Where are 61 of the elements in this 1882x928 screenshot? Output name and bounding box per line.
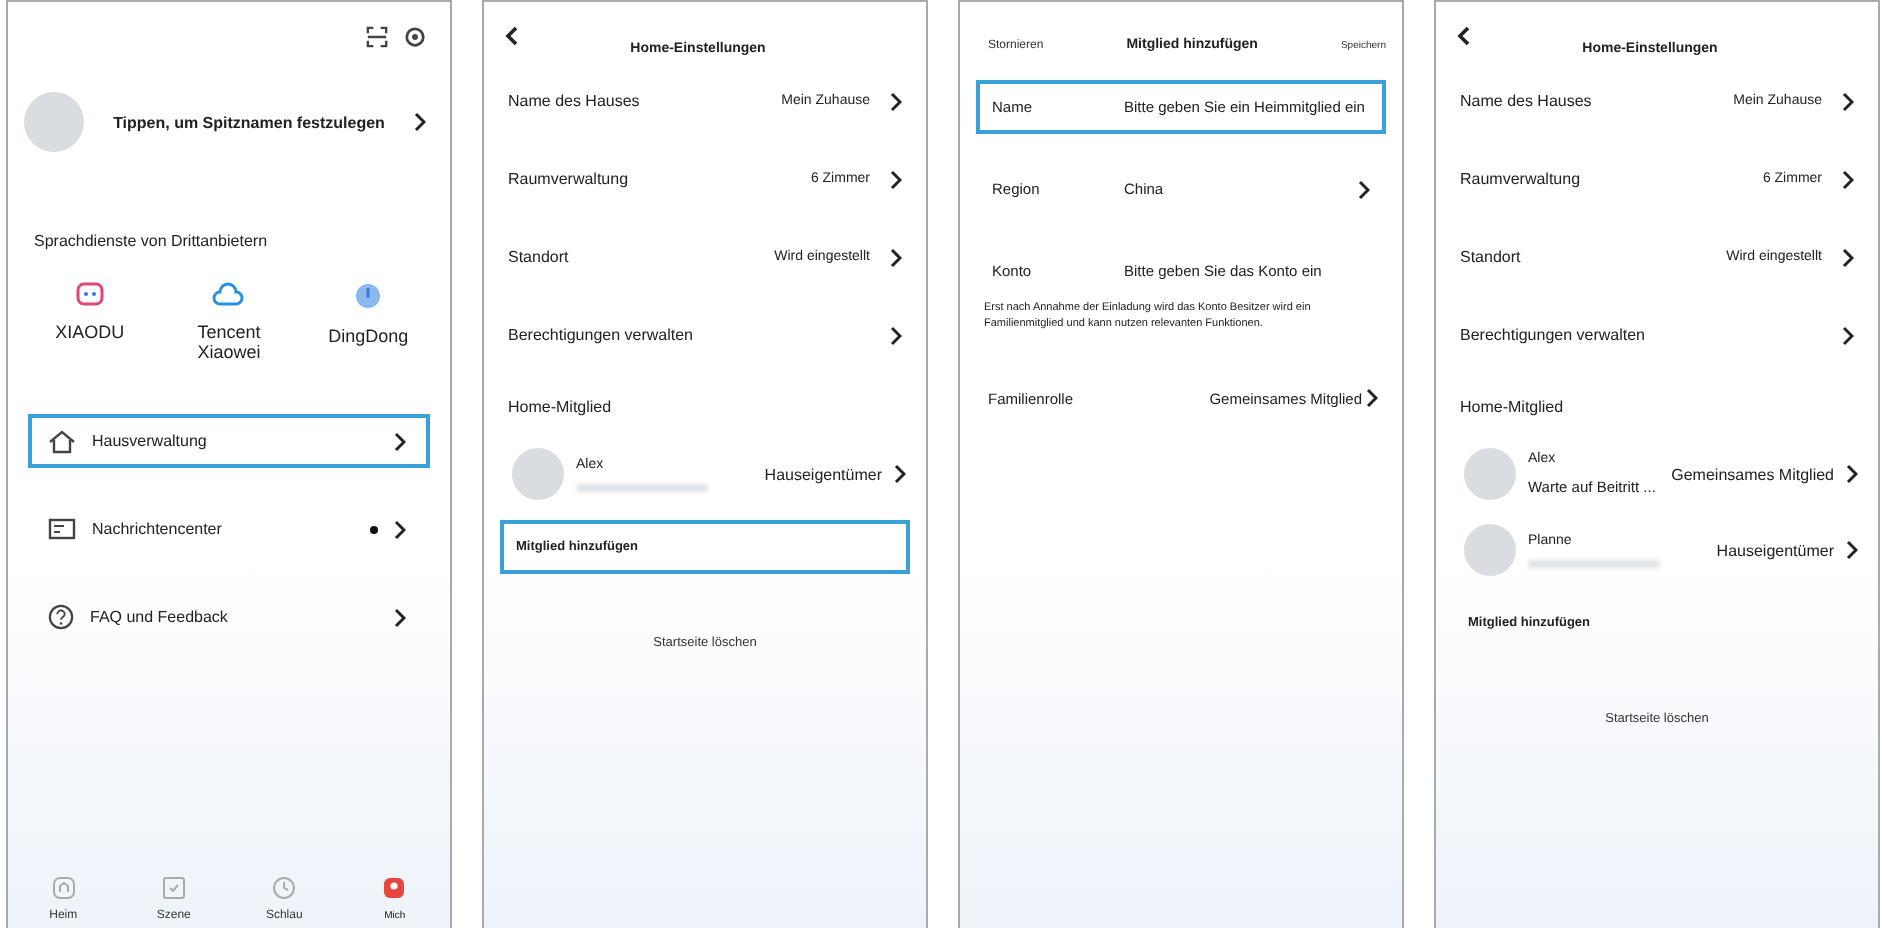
chevron-icon	[1846, 540, 1858, 560]
setting-label[interactable]: Standort	[1460, 248, 1715, 266]
avatar	[1464, 524, 1516, 576]
avatar	[512, 448, 564, 500]
setting-label[interactable]: Raumverwaltung	[1460, 170, 1751, 188]
help-icon	[48, 604, 74, 630]
robot-face-icon	[75, 282, 104, 306]
scan-icon[interactable]	[366, 26, 388, 48]
avatar	[1464, 448, 1516, 500]
clock-icon	[272, 876, 297, 900]
section-title: Home-Mitglied	[506, 396, 614, 420]
chevron-icon	[394, 431, 406, 451]
setting-label[interactable]: Berechtigungen verwalten	[1460, 326, 1830, 344]
section-title: Home-Mitglied	[1458, 396, 1566, 420]
chevron-icon	[1842, 247, 1854, 267]
menu-label: FAQ und Feedback	[90, 608, 230, 626]
chevron-icon	[894, 464, 906, 484]
chevron-icon	[394, 607, 406, 627]
house-icon	[48, 429, 76, 453]
back-button[interactable]	[1456, 26, 1470, 46]
chevron-icon	[1366, 388, 1378, 409]
member-role[interactable]: Hauseigentümer	[1716, 541, 1834, 559]
home-icon	[51, 876, 76, 900]
chevron-icon	[890, 91, 902, 111]
setting-label[interactable]: Name des Hauses	[508, 92, 770, 110]
back-icon	[504, 26, 518, 46]
profile-icon	[382, 876, 407, 900]
chevron-icon	[890, 325, 902, 345]
member-role[interactable]: Hauseigentümer	[764, 465, 882, 483]
service-label[interactable]: DingDong	[318, 326, 419, 346]
service-label[interactable]: XIAODU	[39, 322, 140, 342]
message-icon	[48, 517, 76, 541]
chevron-icon	[890, 247, 902, 267]
menu-item[interactable]: Nachrichtencenter	[28, 502, 430, 556]
menu-item[interactable]: Hausverwaltung	[28, 414, 430, 468]
back-icon	[1456, 26, 1470, 46]
back-button[interactable]	[504, 26, 518, 46]
avatar	[24, 92, 84, 152]
setting-label[interactable]: Raumverwaltung	[508, 170, 799, 188]
chevron-icon	[1842, 325, 1854, 345]
orb-icon	[354, 282, 383, 310]
chevron-icon	[1842, 91, 1854, 111]
menu-label: Hausverwaltung	[92, 432, 209, 450]
setting-label[interactable]: Standort	[508, 248, 763, 266]
chevron-icon	[1842, 169, 1854, 189]
setting-label[interactable]: Berechtigungen verwalten	[508, 326, 878, 344]
cloud-icon	[212, 282, 245, 306]
nickname-prompt[interactable]: Tippen, um Spitznamen festzulegen	[96, 113, 402, 131]
chevron-icon	[890, 169, 902, 189]
chevron-icon	[414, 112, 426, 132]
chevron-icon	[394, 519, 406, 539]
setting-label[interactable]: Name des Hauses	[1460, 92, 1722, 110]
section-title: Sprachdienste von Drittanbietern	[32, 232, 270, 250]
chevron-icon	[1846, 464, 1858, 484]
service-label[interactable]: Tencent Xiaowei	[178, 322, 279, 362]
member-role[interactable]: Gemeinsames Mitglied	[1671, 465, 1834, 483]
settings-icon[interactable]	[404, 26, 426, 48]
menu-label: Nachrichtencenter	[92, 520, 224, 538]
scene-icon	[161, 876, 186, 900]
menu-item[interactable]: FAQ und Feedback	[28, 590, 430, 644]
chevron-icon	[1358, 179, 1370, 199]
